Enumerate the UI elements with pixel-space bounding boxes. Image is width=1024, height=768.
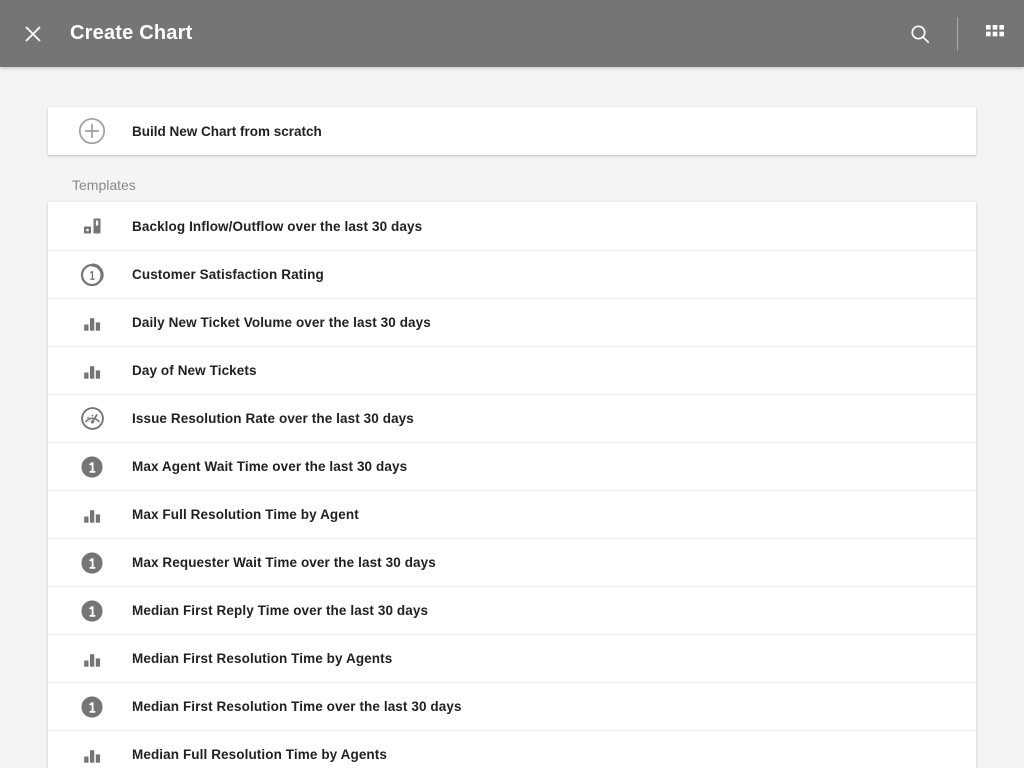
template-list-item[interactable]: Max Full Resolution Time by Agent [48,490,976,538]
template-list-item-label: Backlog Inflow/Outflow over the last 30 … [132,219,422,234]
template-list-item[interactable]: Median First Reply Time over the last 30… [48,586,976,634]
bar-chart-icon [68,731,116,768]
bar-chart-icon [68,299,116,347]
template-list-item-label: Max Requester Wait Time over the last 30… [132,555,436,570]
build-new-chart-from-scratch-item[interactable]: Build New Chart from scratch [48,107,976,155]
single-value-one-icon [68,683,116,731]
donut-gauge-one-icon [68,251,116,299]
search-icon [909,23,931,45]
bar-chart-icon [68,347,116,395]
template-list-item-label: Day of New Tickets [132,363,257,378]
template-list-item[interactable]: Backlog Inflow/Outflow over the last 30 … [48,202,976,250]
stacked-bar-chart-icon [68,202,116,250]
close-icon [23,24,43,44]
template-list-item-label: Customer Satisfaction Rating [132,267,324,282]
bar-chart-icon [68,635,116,683]
app-bar-right-group [891,0,1024,67]
speedometer-icon [68,395,116,443]
template-list-item-label: Issue Resolution Rate over the last 30 d… [132,411,414,426]
app-bar-divider [957,17,958,51]
template-list-item[interactable]: Day of New Tickets [48,346,976,394]
template-list-item[interactable]: Median First Resolution Time over the la… [48,682,976,730]
apps-grid-icon [986,25,1004,43]
page-title: Create Chart [70,22,192,45]
build-new-chart-label: Build New Chart from scratch [132,124,322,139]
app-bar-left-group: Create Chart [18,19,192,49]
content-area: Build New Chart from scratch Templates B… [0,67,1024,768]
template-list-item-label: Median First Resolution Time over the la… [132,699,462,714]
close-button[interactable] [18,19,48,49]
template-list-item-label: Median Full Resolution Time by Agents [132,747,387,762]
build-new-chart-card: Build New Chart from scratch [48,107,976,155]
single-value-one-icon [68,539,116,587]
template-list-item-label: Median First Resolution Time by Agents [132,651,392,666]
template-list-item[interactable]: Daily New Ticket Volume over the last 30… [48,298,976,346]
search-button[interactable] [891,0,949,67]
app-bar: Create Chart [0,0,1024,67]
plus-circle-icon [68,107,116,155]
template-list-item[interactable]: Median First Resolution Time by Agents [48,634,976,682]
template-list-item[interactable]: Customer Satisfaction Rating [48,250,976,298]
template-list-item-label: Max Agent Wait Time over the last 30 day… [132,459,407,474]
single-value-one-icon [68,443,116,491]
template-list-item[interactable]: Max Agent Wait Time over the last 30 day… [48,442,976,490]
templates-list-card: Backlog Inflow/Outflow over the last 30 … [48,202,976,768]
templates-section-label: Templates [72,177,1024,193]
template-list-item[interactable]: Issue Resolution Rate over the last 30 d… [48,394,976,442]
template-list-item-label: Max Full Resolution Time by Agent [132,507,359,522]
bar-chart-icon [68,491,116,539]
apps-grid-button[interactable] [966,0,1024,67]
template-list-item-label: Daily New Ticket Volume over the last 30… [132,315,431,330]
template-list-item-label: Median First Reply Time over the last 30… [132,603,428,618]
single-value-one-icon [68,587,116,635]
template-list-item[interactable]: Max Requester Wait Time over the last 30… [48,538,976,586]
template-list-item[interactable]: Median Full Resolution Time by Agents [48,730,976,768]
